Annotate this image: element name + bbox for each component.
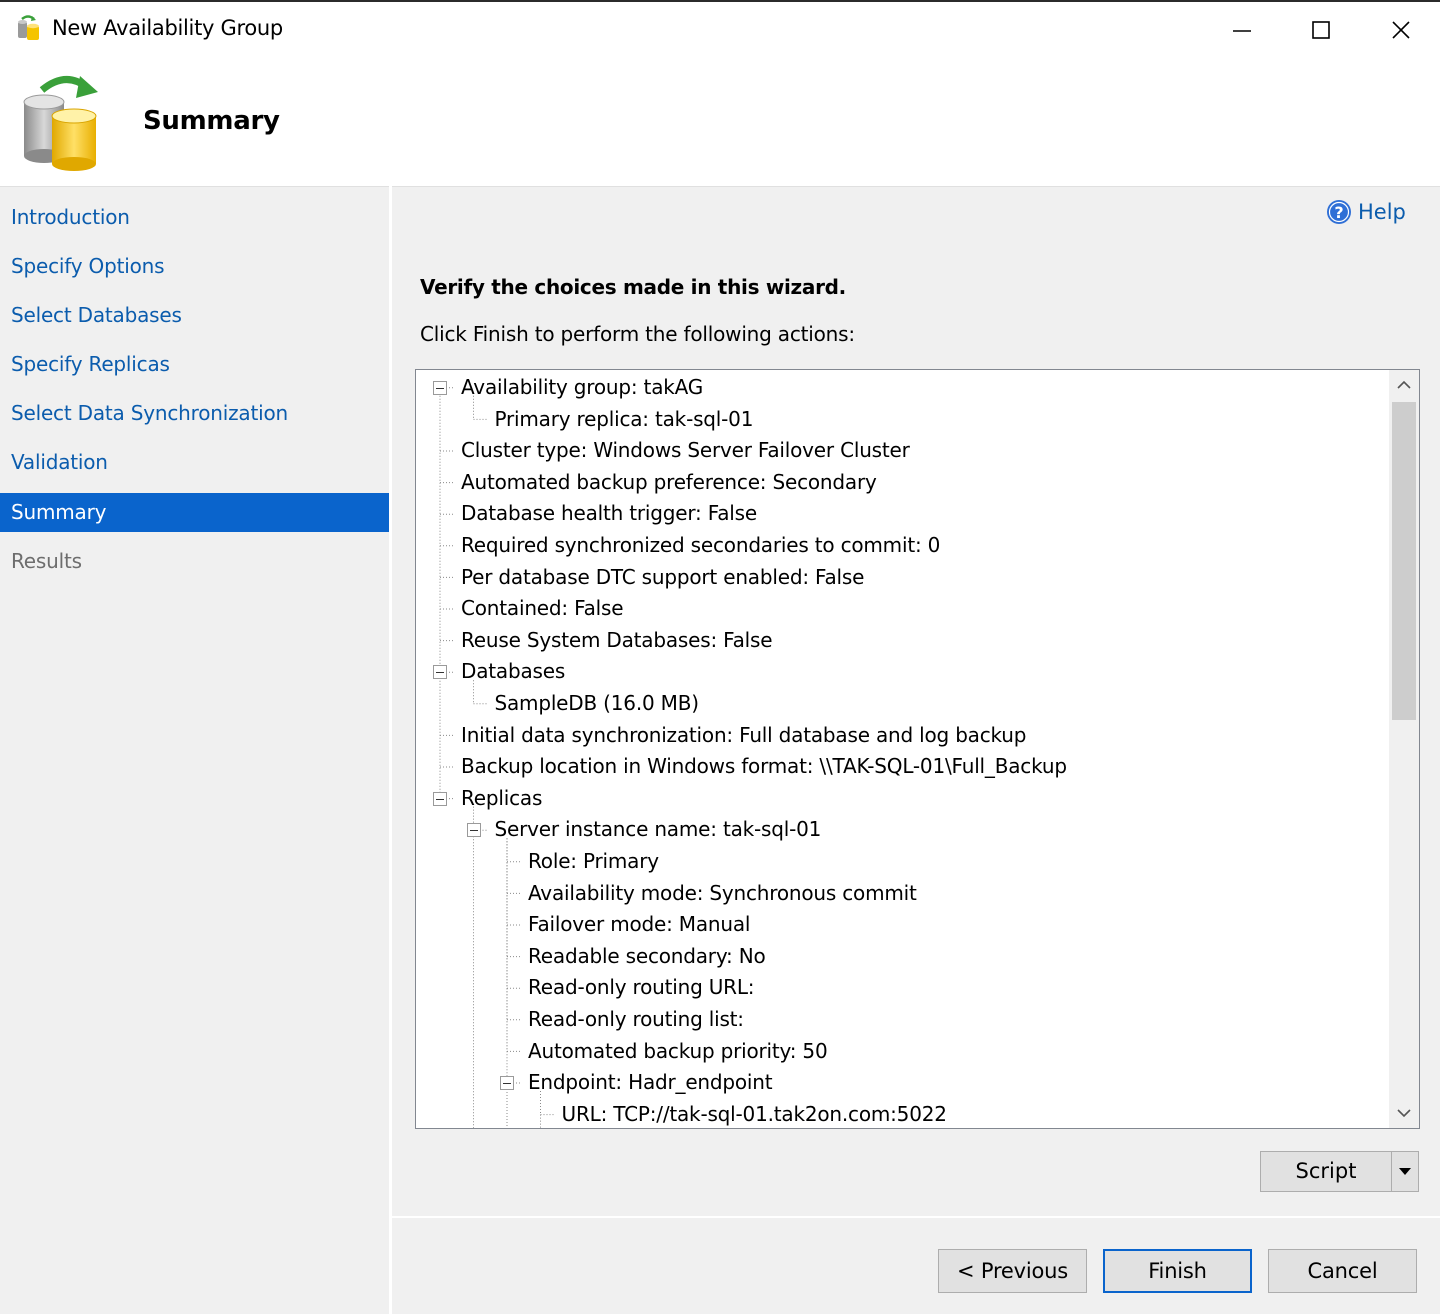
scroll-thumb[interactable] bbox=[1392, 402, 1416, 720]
svg-text:?: ? bbox=[1334, 203, 1343, 222]
collapse-toggle-icon[interactable] bbox=[433, 665, 447, 680]
summary-tree[interactable]: Availability group: takAG Primary replica… bbox=[415, 369, 1420, 1129]
tree-node[interactable]: Database health trigger: False bbox=[461, 498, 757, 528]
script-split-button[interactable]: Script bbox=[1260, 1151, 1419, 1192]
tree-node[interactable]: Availability mode: Synchronous commit bbox=[528, 878, 917, 908]
page-title: Summary bbox=[143, 106, 280, 136]
tree-node[interactable]: Contained: False bbox=[461, 593, 624, 623]
close-icon bbox=[1392, 21, 1410, 39]
vertical-scrollbar[interactable] bbox=[1389, 370, 1419, 1128]
database-sync-icon bbox=[23, 76, 98, 171]
maximize-button[interactable] bbox=[1301, 10, 1341, 50]
tree-node[interactable]: Read-only routing URL: bbox=[528, 972, 755, 1002]
tree-node[interactable]: Databases bbox=[461, 656, 565, 686]
tree-node[interactable]: Endpoint: Hadr_endpoint bbox=[528, 1067, 773, 1097]
nav-item-select-databases[interactable]: Select Databases bbox=[0, 296, 389, 335]
nav-item-specify-replicas[interactable]: Specify Replicas bbox=[0, 345, 389, 384]
tree-node[interactable]: Required synchronized secondaries to com… bbox=[461, 530, 940, 560]
previous-button[interactable]: < Previous bbox=[938, 1249, 1087, 1293]
window-title: New Availability Group bbox=[52, 16, 283, 40]
collapse-toggle-icon[interactable] bbox=[500, 1076, 514, 1090]
minimize-icon bbox=[1233, 30, 1251, 32]
dropdown-arrow-icon bbox=[1399, 1167, 1411, 1175]
tree-node[interactable]: Backup location in Windows format: \\TAK… bbox=[461, 751, 1067, 781]
chevron-up-icon bbox=[1397, 380, 1411, 389]
tree-node[interactable]: Availability group: takAG bbox=[461, 372, 703, 402]
tree-node[interactable]: Failover mode: Manual bbox=[528, 909, 750, 939]
tree-node[interactable]: Replicas bbox=[461, 783, 542, 813]
tree-node[interactable]: Cluster type: Windows Server Failover Cl… bbox=[461, 435, 910, 465]
script-button[interactable]: Script bbox=[1261, 1152, 1391, 1191]
nav-item-specify-options[interactable]: Specify Options bbox=[0, 247, 389, 286]
nav-item-select-data-synchronization[interactable]: Select Data Synchronization bbox=[0, 394, 389, 433]
nav-item-validation[interactable]: Validation bbox=[0, 443, 389, 482]
scroll-up-button[interactable] bbox=[1389, 370, 1419, 400]
verify-heading: Verify the choices made in this wizard. bbox=[420, 275, 846, 299]
help-icon: ? bbox=[1327, 200, 1351, 224]
wizard-header: Summary bbox=[0, 58, 1440, 186]
collapse-toggle-icon[interactable] bbox=[433, 380, 447, 395]
availability-group-app-icon bbox=[18, 15, 39, 40]
nav-item-summary[interactable]: Summary bbox=[0, 493, 389, 532]
instruction-text: Click Finish to perform the following ac… bbox=[420, 322, 855, 346]
minimize-button[interactable] bbox=[1222, 10, 1262, 50]
wizard-footer: < Previous Finish Cancel bbox=[392, 1218, 1440, 1314]
tree-node[interactable]: Reuse System Databases: False bbox=[461, 625, 773, 655]
tree-node[interactable]: SampleDB (16.0 MB) bbox=[495, 688, 700, 718]
finish-button[interactable]: Finish bbox=[1103, 1249, 1252, 1293]
tree-node[interactable]: Automated backup preference: Secondary bbox=[461, 467, 877, 497]
tree-node[interactable]: Read-only routing list: bbox=[528, 1004, 744, 1034]
close-button[interactable] bbox=[1381, 10, 1421, 50]
script-dropdown-button[interactable] bbox=[1392, 1152, 1418, 1191]
tree-node[interactable]: Role: Primary bbox=[528, 846, 659, 876]
title-bar: New Availability Group bbox=[0, 2, 1440, 58]
maximize-icon bbox=[1312, 21, 1330, 39]
nav-item-results: Results bbox=[11, 549, 82, 573]
tree-node[interactable]: Initial data synchronization: Full datab… bbox=[461, 720, 1026, 750]
wizard-window: New Availability Group Summary Introduct… bbox=[0, 0, 1440, 1314]
tree-node[interactable]: Per database DTC support enabled: False bbox=[461, 562, 864, 592]
tree-node[interactable]: Server instance name: tak-sql-01 bbox=[495, 814, 822, 844]
tree-node[interactable]: Readable secondary: No bbox=[528, 941, 766, 971]
help-label: Help bbox=[1358, 200, 1406, 224]
tree-node[interactable]: URL: TCP://tak-sql-01.tak2on.com:5022 bbox=[562, 1099, 947, 1128]
main-panel: ? Help Verify the choices made in this w… bbox=[392, 186, 1440, 1216]
tree-node[interactable]: Primary replica: tak-sql-01 bbox=[495, 404, 754, 434]
help-link[interactable]: ? Help bbox=[1326, 197, 1406, 227]
chevron-down-icon bbox=[1397, 1109, 1411, 1118]
collapse-toggle-icon[interactable] bbox=[466, 823, 481, 838]
wizard-nav: Introduction Specify Options Select Data… bbox=[0, 186, 389, 1314]
tree-node[interactable]: Automated backup priority: 50 bbox=[528, 1036, 828, 1066]
collapse-toggle-icon[interactable] bbox=[433, 791, 447, 806]
scroll-down-button[interactable] bbox=[1389, 1098, 1419, 1128]
nav-item-introduction[interactable]: Introduction bbox=[0, 198, 389, 237]
cancel-button[interactable]: Cancel bbox=[1268, 1249, 1417, 1293]
